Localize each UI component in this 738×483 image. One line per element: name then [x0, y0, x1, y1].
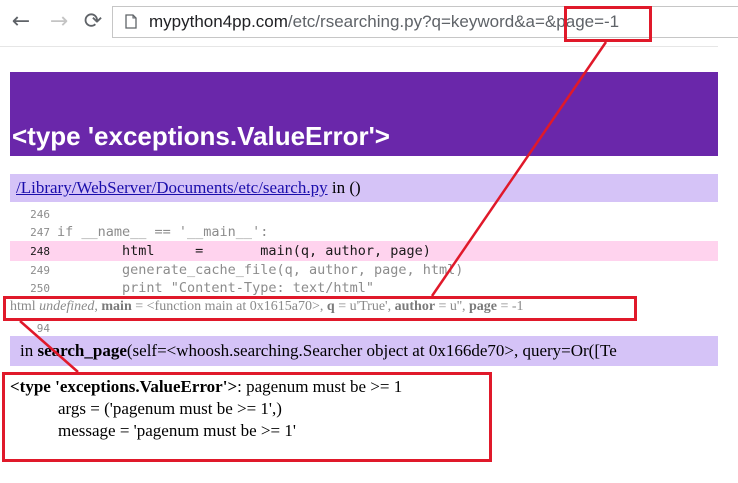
frame-arguments: (self=<whoosh.searching.Searcher object …: [126, 341, 617, 360]
error-title: <type 'exceptions.ValueError'>: [12, 121, 390, 151]
code-line: 249 generate_cache_file(q, author, page,…: [10, 260, 718, 280]
exception-annotation-box: [2, 372, 492, 462]
code-line: 94: [10, 318, 718, 338]
back-arrow-icon[interactable]: ←: [8, 9, 34, 35]
line-number: 247: [30, 226, 50, 239]
highlighted-code-line: 248 html = main(q, author, page): [10, 241, 718, 261]
code-line: 246: [10, 204, 718, 224]
reload-icon[interactable]: ⟳: [80, 9, 106, 35]
page-variable-annotation-box: [3, 296, 637, 321]
url-text[interactable]: mypython4pp.com/etc/rsearching.py?q=keyw…: [149, 12, 619, 32]
code-text: if __name__ == '__main__':: [57, 224, 269, 240]
code-text: generate_cache_file(q, author, page, htm…: [57, 262, 464, 278]
code-line: 247 if __name__ == '__main__':: [10, 222, 718, 242]
forward-arrow-icon[interactable]: →: [46, 9, 72, 35]
traceback-frame-header: in search_page(self=<whoosh.searching.Se…: [10, 336, 718, 366]
code-line: 250 print "Content-Type: text/html": [10, 278, 718, 298]
page-icon: [125, 14, 137, 29]
code-text: html = main(q, author, page): [57, 243, 431, 259]
source-file-link[interactable]: /Library/WebServer/Documents/etc/search.…: [16, 178, 328, 197]
line-number: 248: [30, 245, 50, 258]
traceback-frame-header: /Library/WebServer/Documents/etc/search.…: [10, 174, 718, 202]
right-margin: [718, 46, 738, 483]
frame-prefix: in: [20, 341, 38, 360]
frame-function-name: search_page: [37, 341, 127, 360]
frame-location: in (): [327, 178, 361, 197]
code-text: print "Content-Type: text/html": [57, 280, 374, 296]
url-host: mypython4pp.com: [149, 12, 288, 31]
url-page-annotation-box: [564, 6, 652, 42]
